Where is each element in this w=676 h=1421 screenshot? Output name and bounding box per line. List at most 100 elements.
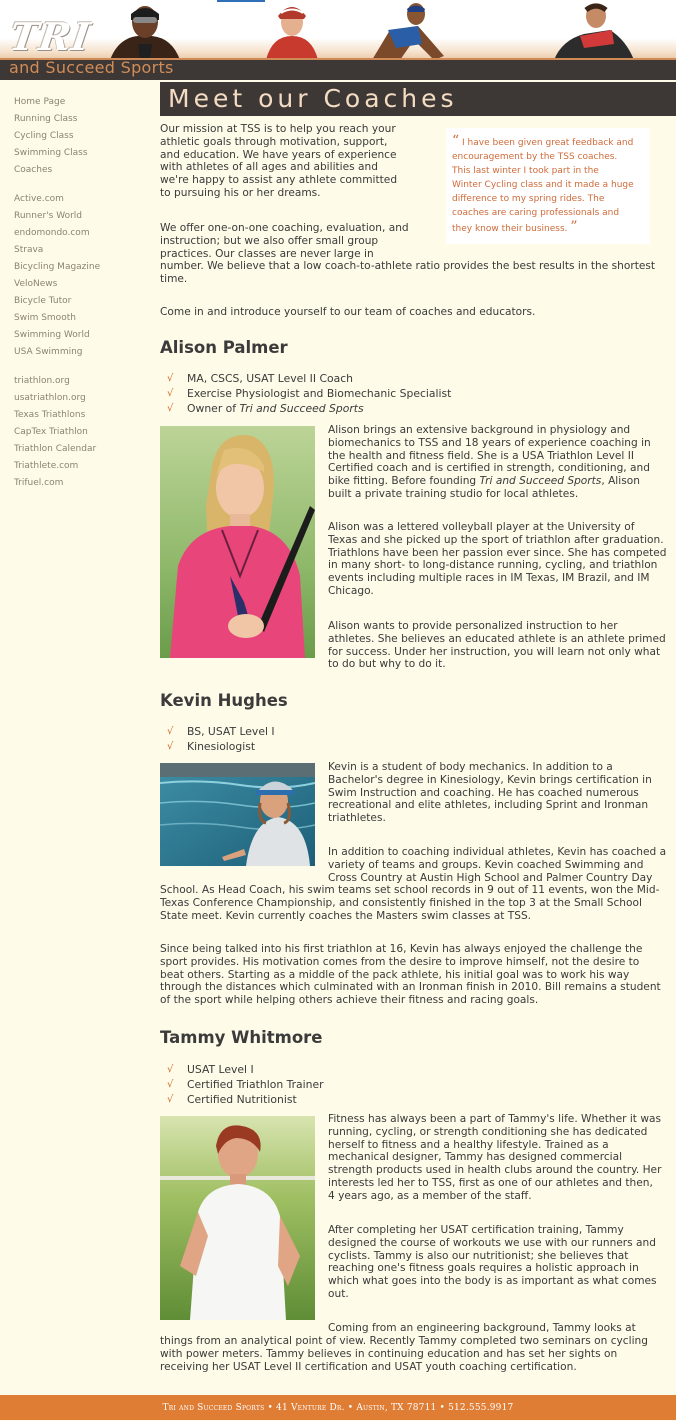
- nav-link-bicycle-tutor[interactable]: Bicycle Tutor: [14, 293, 154, 310]
- brand-tagline: and Succeed Sports: [9, 58, 174, 77]
- text-line: events including multiple races in IM Te…: [328, 572, 650, 585]
- quote-line: they know their business. ”: [452, 220, 644, 236]
- text-line: number. We believe that a low coach-to-a…: [160, 260, 656, 273]
- text-line: Texas Conference Championship, and consi…: [160, 896, 642, 909]
- text-line: Swim Instruction and coaching. He has co…: [328, 786, 639, 799]
- page-title-bar: Meet our Coaches: [160, 82, 676, 116]
- tammy-bio-3: Coming from an engineering background, T…: [328, 1322, 672, 1335]
- quote-line: “ I have been given great feedback and: [452, 134, 644, 150]
- owner-prefix: Owner of: [187, 402, 240, 416]
- kevin-photo: [160, 763, 315, 866]
- nav-link-triathlon-org[interactable]: triathlon.org: [14, 373, 154, 390]
- cyclist-image: [266, 7, 318, 60]
- quote-line: coaches are caring professionals and: [452, 208, 620, 218]
- text-line: Alison was a lettered volleyball player …: [328, 521, 635, 533]
- nav-link-usatriathlon[interactable]: usatriathlon.org: [14, 390, 154, 407]
- page-footer: Tri and Succeed Sports • 41 Venture Dr. …: [0, 1395, 676, 1420]
- text-line: which what goes into the body is as impo…: [328, 1275, 657, 1288]
- sidebar-nav: Home Page Running Class Cycling Class Sw…: [14, 94, 154, 492]
- nav-link-velonews[interactable]: VeloNews: [14, 276, 154, 293]
- nav-link-bicycling-magazine[interactable]: Bicycling Magazine: [14, 259, 154, 276]
- tammy-photo: [160, 1116, 315, 1320]
- text-line: mechanical designer, Tammy has designed …: [328, 1151, 623, 1164]
- text-line: Certified coach and is certified in stre…: [328, 462, 650, 475]
- intro-paragraph-1: Our mission at TSS is to help you reach …: [160, 123, 398, 199]
- open-quote-mark: “: [452, 133, 460, 149]
- alison-portrait: [160, 426, 315, 658]
- footer-contact: Tri and Succeed Sports • 41 Venture Dr. …: [162, 1403, 514, 1413]
- text-line: strength products used in health clubs a…: [328, 1164, 662, 1177]
- text-line: In addition to coaching individual athle…: [328, 846, 667, 858]
- owner-business: Tri and Succeed Sports: [239, 402, 364, 416]
- nav-link-swim-smooth[interactable]: Swim Smooth: [14, 310, 154, 327]
- kevin-bio: Kevin is a student of body mechanics. In…: [328, 761, 670, 825]
- text-line: Chicago.: [328, 584, 374, 597]
- text-line: After completing her USAT certification …: [328, 1224, 624, 1236]
- text-line: things from an analytical point of view.…: [160, 1335, 648, 1347]
- alison-bio-2: Alison was a lettered volleyball player …: [328, 521, 670, 598]
- nav-link-swimming-class[interactable]: Swimming Class: [14, 145, 154, 162]
- quote-text: they know their business.: [452, 224, 568, 234]
- nav-link-coaches[interactable]: Coaches: [14, 162, 154, 179]
- text-line: Alison wants to provide personalized ins…: [328, 620, 618, 632]
- nav-link-strava[interactable]: Strava: [14, 242, 154, 259]
- text-line: out.: [328, 1287, 349, 1300]
- nav-link-runners-world[interactable]: Runner's World: [14, 208, 154, 225]
- credential-item: Kinesiologist: [160, 739, 660, 754]
- nav-link-cycling-class[interactable]: Cycling Class: [14, 128, 154, 145]
- credentials-list-kevin: BS, USAT Level I Kinesiologist: [160, 724, 660, 755]
- text-line: in many short- to long-distance running,…: [328, 559, 658, 572]
- nav-link-triathlete[interactable]: Triathlete.com: [14, 458, 154, 475]
- text-line: to do but why to do it.: [328, 658, 446, 671]
- credential-item: USAT Level I: [160, 1062, 660, 1077]
- text-line: athletes. She believes an educated athle…: [328, 632, 666, 645]
- quote-text: I have been given great feedback and: [462, 138, 634, 148]
- text-line: interests led her to TSS, first as one o…: [328, 1176, 653, 1189]
- text-line: herself to fitness and a healthy lifesty…: [328, 1138, 609, 1151]
- nav-link-trifuel[interactable]: Trifuel.com: [14, 475, 154, 492]
- swimmer-image: [110, 6, 180, 60]
- nav-link-triathlon-calendar[interactable]: Triathlon Calendar: [14, 441, 154, 458]
- nav-link-captex-triathlon[interactable]: CapTex Triathlon: [14, 424, 154, 441]
- kevin-bio-3: Since being talked into his first triath…: [160, 943, 670, 1007]
- credential-item: Certified Nutritionist: [160, 1092, 660, 1107]
- text-line: Alison brings an extensive background in…: [328, 424, 631, 436]
- page-title: Meet our Coaches: [168, 84, 458, 113]
- text-line: Cross Country at Austin High School and …: [328, 871, 653, 884]
- close-quote-mark: ”: [570, 219, 578, 235]
- text-line: the health and fitness field. She is a U…: [328, 449, 634, 462]
- nav-link-texas-triathlons[interactable]: Texas Triathlons: [14, 407, 154, 424]
- text-line: designed the course of workouts we use w…: [328, 1236, 656, 1249]
- nav-link-usa-swimming[interactable]: USA Swimming: [14, 344, 154, 361]
- nav-link-active[interactable]: Active.com: [14, 191, 154, 208]
- alison-photo: [160, 426, 315, 658]
- quote-line: Winter Cycling class and it made a huge: [452, 180, 634, 190]
- coach-name-alison: Alison Palmer: [160, 338, 288, 357]
- text-line: reaching one's fitness goals requires a …: [328, 1262, 639, 1275]
- nav-link-swimming-world[interactable]: Swimming World: [14, 327, 154, 344]
- text-line: with power meters. Tammy believes in con…: [160, 1347, 618, 1360]
- banner-accent: [217, 0, 265, 2]
- quote-line: encouragement by the TSS coaches.: [452, 152, 618, 162]
- credential-item: MA, CSCS, USAT Level II Coach: [160, 371, 660, 386]
- testimonial-quote: “ I have been given great feedback and e…: [446, 128, 650, 244]
- nav-link-endomondo[interactable]: endomondo.com: [14, 225, 154, 242]
- quote-line: This last winter I took part in the: [452, 166, 599, 176]
- credential-item: Owner of Tri and Succeed Sports: [160, 401, 660, 416]
- text-line: sport provides. His motivation comes fro…: [160, 955, 640, 968]
- nav-link-running-class[interactable]: Running Class: [14, 111, 154, 128]
- text-line: Bachelor's degree in Kinesiology, Kevin …: [328, 773, 652, 786]
- text-line: 4 years ago, as a member of the staff.: [328, 1189, 532, 1202]
- brand-logo[interactable]: TRI: [7, 14, 94, 59]
- text-line: Since being talked into his first triath…: [160, 943, 643, 955]
- text-line: biomechanics to TSS and 18 years of expe…: [328, 436, 651, 449]
- runner-image: [372, 3, 444, 60]
- credentials-list-alison: MA, CSCS, USAT Level II Coach Exercise P…: [160, 371, 660, 417]
- text-line: time.: [160, 273, 188, 286]
- nav-link-home[interactable]: Home Page: [14, 94, 154, 111]
- text-line: receiving her USAT Level II certificatio…: [160, 1360, 577, 1373]
- tammy-bio-2: After completing her USAT certification …: [328, 1224, 672, 1301]
- alison-bio-3: Alison wants to provide personalized ins…: [328, 620, 670, 671]
- tammy-portrait: [160, 1116, 315, 1320]
- text-line: through the distances which culminated w…: [160, 981, 661, 994]
